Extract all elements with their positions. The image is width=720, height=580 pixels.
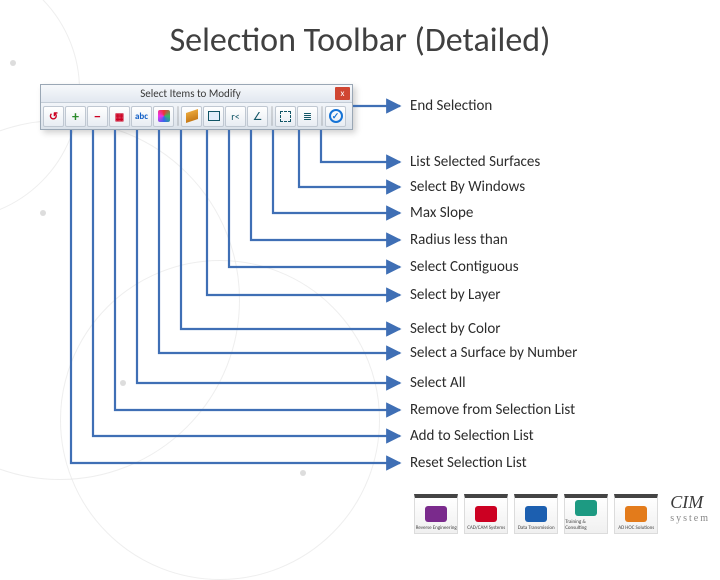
window-title: Select Items to Modify	[47, 87, 352, 100]
radius-less-than-icon[interactable]: r<	[225, 106, 246, 127]
end-selection-icon[interactable]	[325, 106, 346, 127]
bg-circle	[60, 260, 380, 580]
footer-logo: AD HOC Solutions	[614, 494, 658, 534]
remove-from-selection-icon[interactable]: −	[87, 106, 108, 127]
brand-logo: CIM system	[670, 492, 710, 524]
label-select-surface-by-number: Select a Surface by Number	[410, 344, 577, 362]
bg-dot	[40, 210, 46, 216]
footer-logo: Data Transmission	[514, 494, 558, 534]
selection-toolbar-window: Select Items to Modify x ↺ + − ▦ abc r< …	[40, 84, 353, 130]
titlebar[interactable]: Select Items to Modify x	[41, 85, 352, 103]
max-slope-icon[interactable]: ∠	[247, 106, 268, 127]
label-list-selected-surfaces: List Selected Surfaces	[410, 153, 540, 171]
separator	[177, 106, 179, 126]
footer-logo: Reverse Engineering	[414, 494, 458, 534]
add-to-selection-icon[interactable]: +	[65, 106, 86, 127]
label-reset-selection-list: Reset Selection List	[410, 454, 527, 472]
close-icon[interactable]: x	[335, 87, 350, 100]
reset-selection-list-icon[interactable]: ↺	[43, 106, 64, 127]
bg-dot	[120, 380, 126, 386]
label-remove-from-selection: Remove from Selection List	[410, 401, 575, 419]
select-by-layer-icon[interactable]	[181, 106, 202, 127]
bg-circle	[0, 120, 240, 480]
separator	[271, 106, 273, 126]
label-select-by-color: Select by Color	[410, 320, 501, 338]
label-add-to-selection: Add to Selection List	[410, 427, 534, 445]
select-contiguous-icon[interactable]	[203, 106, 224, 127]
select-by-number-icon[interactable]: abc	[131, 106, 152, 127]
label-select-all: Select All	[410, 374, 466, 392]
bg-dot	[300, 470, 306, 476]
label-select-by-layer: Select by Layer	[410, 286, 501, 304]
footer: Reverse Engineering CAD/CAM Systems Data…	[414, 492, 710, 534]
page-title: Selection Toolbar (Detailed)	[0, 20, 720, 61]
label-end-selection: End Selection	[410, 97, 492, 115]
list-selected-surfaces-icon[interactable]: ≣	[297, 106, 318, 127]
select-by-color-icon[interactable]	[153, 106, 174, 127]
toolbar-icons: ↺ + − ▦ abc r< ∠ ≣	[41, 103, 352, 129]
label-max-slope: Max Slope	[410, 204, 473, 222]
label-select-contiguous: Select Contiguous	[410, 258, 519, 276]
callout-arrows	[0, 0, 720, 540]
footer-logo: CAD/CAM Systems	[464, 494, 508, 534]
footer-logo: Training & Consulting	[564, 494, 608, 534]
select-all-icon[interactable]: ▦	[109, 106, 130, 127]
label-radius-less-than: Radius less than	[410, 231, 508, 249]
label-select-by-windows: Select By Windows	[410, 178, 525, 196]
select-by-windows-icon[interactable]	[275, 106, 296, 127]
separator	[321, 106, 323, 126]
